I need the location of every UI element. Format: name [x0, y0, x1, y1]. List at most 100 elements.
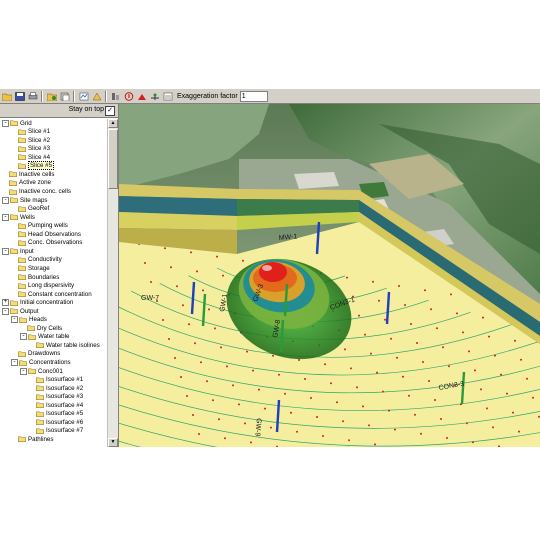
object-tree-panel: Stay on top ✓ - Grid Slice #1 Slice #2 Slice… [0, 104, 119, 447]
collapse-icon[interactable]: - [2, 213, 9, 221]
tree-node[interactable]: - Grid [2, 119, 32, 127]
tree-node[interactable]: Pathlines [11, 435, 53, 443]
tree-node[interactable]: Slice #3 [11, 145, 50, 153]
tree-scrollbar[interactable]: ▲ ▼ [107, 119, 118, 447]
folder-icon [9, 171, 17, 178]
tree-node[interactable]: - Conc001 [20, 367, 63, 375]
tree-node[interactable]: Isosurface #6 [29, 418, 83, 426]
tree-node[interactable]: Slice #1 [11, 128, 50, 136]
tree-node[interactable]: Slice #2 [11, 136, 50, 144]
grid-node [506, 392, 508, 395]
scroll-thumb[interactable] [108, 129, 118, 189]
stop-icon[interactable] [136, 91, 148, 102]
tree-node[interactable]: - Heads [11, 316, 47, 324]
open-folder-icon[interactable] [1, 91, 13, 102]
grid-node [188, 323, 190, 326]
tree-node[interactable]: Slice #5 [11, 161, 55, 171]
grid-node [526, 377, 528, 380]
tree-node[interactable]: + Initial concentration [2, 299, 73, 307]
tree-node-label: Storage [28, 264, 50, 272]
tree-node[interactable]: - Wells [2, 213, 35, 221]
tree-node[interactable]: Inactive conc. cells [2, 187, 71, 195]
collapse-icon[interactable]: - [11, 359, 18, 367]
tree-node[interactable]: Water table isolines [29, 341, 100, 349]
folder-icon [18, 351, 26, 357]
tree-node[interactable]: Conc. Observations [11, 239, 82, 247]
tree-node[interactable]: Head Observations [11, 230, 81, 238]
export-icon[interactable] [91, 91, 103, 102]
grid-node [290, 411, 292, 414]
tree-node[interactable]: Storage [11, 264, 50, 272]
tree-node-label: Inactive conc. cells [19, 188, 71, 196]
tree-node[interactable]: Drawdowns [11, 350, 60, 358]
grid-node [376, 371, 378, 374]
tree-node[interactable]: - Concentrations [11, 358, 71, 367]
folder-icon [10, 248, 18, 255]
tree-node[interactable]: Constant concentration [11, 290, 92, 298]
tree-node[interactable]: - Output [2, 307, 39, 315]
tree-node[interactable]: - Site maps [2, 196, 48, 204]
collapse-icon[interactable]: - [2, 307, 9, 315]
grid-node [384, 318, 386, 321]
folder-icon [10, 197, 18, 204]
tree-node[interactable]: Boundaries [11, 273, 59, 281]
tree-node[interactable]: Isosurface #5 [29, 410, 83, 418]
tree-node-label: Isosurface #4 [46, 401, 84, 409]
layers-icon[interactable] [110, 91, 122, 102]
collapse-icon[interactable]: - [2, 247, 9, 255]
scroll-down-button[interactable]: ▼ [108, 438, 118, 447]
collapse-icon[interactable]: - [20, 333, 27, 341]
grid-node [144, 262, 146, 264]
expand-icon[interactable]: + [2, 299, 9, 307]
info-icon[interactable] [123, 91, 135, 102]
tree-node[interactable]: Long dispersivity [11, 281, 74, 289]
object-tree: - Grid Slice #1 Slice #2 Slice #3 Slice #4 Sli… [0, 119, 107, 447]
save-icon[interactable] [14, 91, 26, 102]
tree-node[interactable]: Inactive cells [2, 170, 54, 178]
run-icon[interactable] [149, 91, 161, 102]
tree-node[interactable]: Dry Cells [20, 324, 62, 332]
collapse-icon[interactable]: - [2, 196, 9, 204]
3d-viewport[interactable]: GW-3 GW-9 GW-8 GW-7 GW-1 CON3-1 CON3-3 MW-1 [119, 104, 540, 447]
collapse-icon[interactable]: - [2, 119, 9, 127]
tree-node[interactable]: Conductivity [11, 256, 62, 264]
paste-icon[interactable] [59, 91, 71, 102]
tree-node[interactable]: Active zone [2, 179, 51, 187]
tree-node[interactable]: - Input [2, 247, 34, 255]
tree-node[interactable]: Pumping wells [11, 222, 68, 230]
tree-node[interactable]: GeoRef [11, 205, 49, 213]
toolbar: Exaggeration factor 1 [0, 89, 540, 104]
print-icon[interactable] [27, 91, 39, 102]
grid-node [518, 430, 520, 433]
tree-node[interactable]: Isosurface #2 [29, 384, 83, 392]
settings-icon[interactable] [162, 91, 174, 102]
grid-node [468, 350, 470, 353]
grid-node [264, 407, 266, 410]
tree-node-label: Isosurface #6 [46, 418, 84, 426]
scroll-up-button[interactable]: ▲ [108, 119, 118, 128]
copy-icon[interactable] [46, 91, 58, 102]
folder-icon [10, 300, 18, 306]
tree-node[interactable]: Isosurface #1 [29, 376, 83, 384]
grid-node [474, 369, 476, 372]
stay-on-top-checkbox[interactable]: ✓ [105, 106, 115, 116]
import-icon[interactable] [78, 91, 90, 102]
stay-on-top-bar: Stay on top ✓ [0, 104, 118, 118]
tree-node[interactable]: Isosurface #3 [29, 393, 83, 401]
collapse-icon[interactable]: - [11, 316, 18, 324]
grid-node [150, 281, 152, 283]
folder-icon [9, 189, 17, 195]
grid-node [324, 363, 326, 366]
folder-icon [36, 428, 44, 434]
tree-node[interactable]: Isosurface #4 [29, 401, 83, 409]
grid-node [206, 380, 208, 383]
tree-node[interactable]: Isosurface #7 [29, 427, 83, 435]
grid-node [356, 386, 358, 389]
tree-node[interactable]: Slice #4 [11, 153, 50, 161]
grid-node [198, 433, 200, 435]
grid-node [242, 259, 244, 262]
exaggeration-factor-input[interactable]: 1 [239, 90, 268, 102]
tree-node-label: Input [20, 247, 34, 255]
collapse-icon[interactable]: - [20, 367, 27, 375]
tree-node[interactable]: - Water table [20, 333, 69, 341]
